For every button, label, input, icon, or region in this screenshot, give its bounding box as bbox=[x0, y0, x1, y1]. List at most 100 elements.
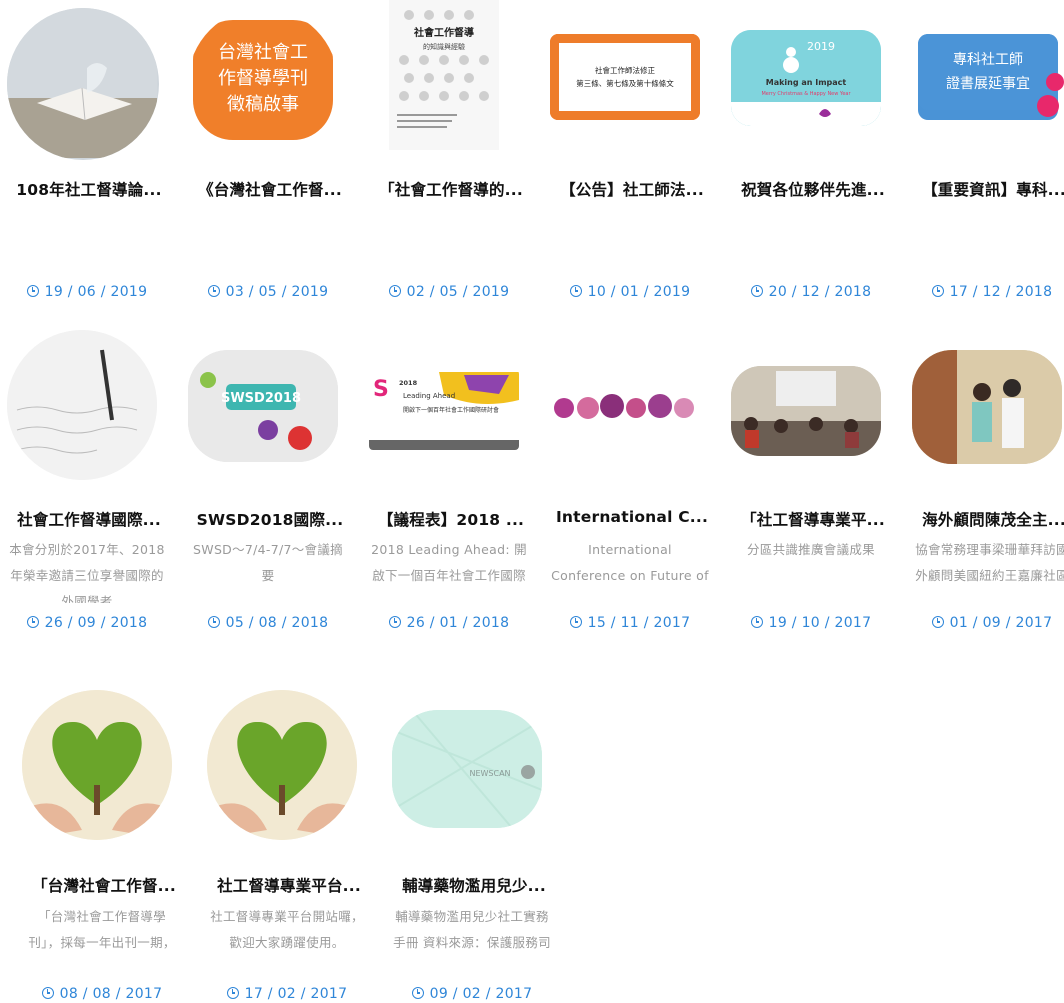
clock-icon bbox=[931, 285, 944, 297]
post-title[interactable]: SWSD2018國際... bbox=[184, 508, 356, 530]
clock-icon bbox=[388, 616, 401, 628]
post-thumbnail[interactable]: 台灣社會工 作督導學刊 徵稿啟事 bbox=[188, 8, 338, 158]
post-date[interactable]: 10 / 01 / 2019 bbox=[550, 284, 710, 300]
post-excerpt: 本會分別於2017年、2018年榮幸邀請三位享譽國際的外國學者 bbox=[9, 542, 165, 603]
svg-text:Merry Christmas & Happy New Ye: Merry Christmas & Happy New Year bbox=[761, 91, 851, 97]
svg-text:證書展延事宜: 證書展延事宜 bbox=[946, 75, 1030, 92]
clock-icon bbox=[569, 285, 582, 297]
newscan-image: NEWSCAN bbox=[392, 710, 542, 828]
svg-text:的知識與經驗: 的知識與經驗 bbox=[423, 42, 465, 51]
svg-text:台灣社會工: 台灣社會工 bbox=[218, 42, 308, 63]
svg-text:徵稿啟事: 徵稿啟事 bbox=[227, 94, 299, 115]
clock-icon bbox=[226, 987, 239, 999]
post-excerpt: International Conference on Future of Wo… bbox=[551, 542, 709, 583]
clock-icon bbox=[411, 987, 424, 999]
post-thumbnail[interactable]: 社會工作師法修正 第三條、第七條及第十條條文 bbox=[550, 34, 700, 120]
heart-tree-image bbox=[22, 690, 172, 840]
clock-icon bbox=[26, 616, 39, 628]
svg-text:NEWSCAN: NEWSCAN bbox=[469, 769, 510, 778]
post-date[interactable]: 26 / 09 / 2018 bbox=[7, 615, 167, 631]
clock-icon bbox=[931, 616, 944, 628]
post-date[interactable]: 26 / 01 / 2018 bbox=[369, 615, 529, 631]
post-title[interactable]: 「社會工作督導的... bbox=[365, 178, 537, 200]
svg-text:S: S bbox=[373, 377, 389, 402]
svg-text:社會工作師法修正: 社會工作師法修正 bbox=[595, 65, 655, 75]
call-for-papers-image: 台灣社會工 作督導學刊 徵稿啟事 bbox=[188, 8, 338, 158]
post-thumbnail[interactable]: NEWSCAN bbox=[392, 710, 542, 828]
post-date[interactable]: 01 / 09 / 2017 bbox=[912, 615, 1064, 631]
new-year-card-image: 2019 Making an Impact Merry Christmas & … bbox=[731, 30, 881, 126]
post-title[interactable]: 社會工作督導國際... bbox=[3, 508, 175, 530]
svg-text:第三條、第七條及第十條條文: 第三條、第七條及第十條條文 bbox=[576, 78, 674, 88]
post-title[interactable]: 108年社工督導論... bbox=[3, 178, 175, 200]
post-date[interactable]: 19 / 10 / 2017 bbox=[731, 615, 891, 631]
post-thumbnail[interactable]: S 2018 Leading Ahead 開啟下一個百年社會工作國際研討會 bbox=[369, 370, 519, 450]
post-title[interactable]: International C... bbox=[546, 508, 718, 526]
post-thumbnail[interactable] bbox=[912, 350, 1062, 464]
post-title[interactable]: 海外顧問陳茂全主... bbox=[908, 508, 1064, 530]
clock-icon bbox=[26, 285, 39, 297]
post-date[interactable]: 03 / 05 / 2019 bbox=[188, 284, 348, 300]
post-title[interactable]: 【議程表】2018 ... bbox=[365, 508, 537, 530]
post-date[interactable]: 05 / 08 / 2018 bbox=[188, 615, 348, 631]
book-photo-image bbox=[7, 8, 157, 158]
certificate-notice-image: 專科社工師 證書展延事宜 bbox=[918, 34, 1064, 117]
book-cover-image: 社會工作督導 的知識與經驗 bbox=[389, 0, 499, 150]
svg-text:SWSD2018: SWSD2018 bbox=[221, 391, 301, 406]
post-excerpt: 2018 Leading Ahead: 開啟下一個百年社會工作國際研討會 bbox=[371, 542, 527, 583]
post-excerpt: 「台灣社會工作督導學刊」，採每一年出刊一期，凡有關社會工作督導 bbox=[28, 909, 176, 950]
post-excerpt: SWSD～7/4-7/7～會議摘要 bbox=[193, 542, 343, 583]
post-date[interactable]: 20 / 12 / 2018 bbox=[731, 284, 891, 300]
clock-icon bbox=[207, 616, 220, 628]
women-conference-logo-image bbox=[550, 386, 700, 430]
svg-text:2019: 2019 bbox=[807, 40, 835, 53]
svg-text:Making an Impact: Making an Impact bbox=[766, 78, 847, 87]
post-thumbnail[interactable]: SWSD2018 bbox=[188, 350, 338, 462]
law-notice-image: 社會工作師法修正 第三條、第七條及第十條條文 bbox=[550, 34, 700, 120]
post-thumbnail[interactable] bbox=[731, 366, 881, 456]
post-date[interactable]: 02 / 05 / 2019 bbox=[369, 284, 529, 300]
leading-ahead-banner-image: S 2018 Leading Ahead 開啟下一個百年社會工作國際研討會 bbox=[369, 370, 519, 450]
post-title[interactable]: 社工督導專業平台... bbox=[203, 874, 375, 896]
post-thumbnail[interactable] bbox=[207, 690, 357, 840]
post-excerpt: 社工督導專業平台開站囉，歡迎大家踴躍使用。 bbox=[210, 909, 364, 950]
post-date[interactable]: 08 / 08 / 2017 bbox=[22, 986, 182, 1002]
post-title[interactable]: 祝賀各位夥伴先進... bbox=[727, 178, 899, 200]
svg-text:2018: 2018 bbox=[399, 379, 418, 387]
clock-icon bbox=[388, 285, 401, 297]
post-thumbnail[interactable] bbox=[7, 8, 159, 160]
svg-text:作督導學刊: 作督導學刊 bbox=[218, 68, 308, 89]
post-excerpt: 輔導藥物濫用兒少社工實務手冊 資料來源：保護服務司 bbox=[393, 909, 551, 950]
post-thumbnail[interactable]: 社會工作督導 的知識與經驗 bbox=[389, 0, 499, 150]
post-thumbnail[interactable]: 2019 Making an Impact Merry Christmas & … bbox=[731, 30, 881, 126]
post-thumbnail[interactable] bbox=[7, 330, 157, 480]
post-title[interactable]: 【重要資訊】專科... bbox=[908, 178, 1064, 200]
post-date[interactable]: 17 / 12 / 2018 bbox=[912, 284, 1064, 300]
visit-photo-image bbox=[912, 350, 1062, 464]
post-thumbnail[interactable]: 專科社工師 證書展延事宜 bbox=[918, 34, 1064, 120]
meeting-photo-image bbox=[731, 366, 881, 456]
post-excerpt: 分區共識推廣會議成果 bbox=[746, 542, 875, 557]
post-date[interactable]: 19 / 06 / 2019 bbox=[7, 284, 167, 300]
post-excerpt: 協會常務理事梁珊華拜訪國外顧問美國紐約王嘉廉社區醫療中心精神衛生 bbox=[915, 542, 1064, 583]
clock-icon bbox=[41, 987, 54, 999]
post-date[interactable]: 15 / 11 / 2017 bbox=[550, 615, 710, 631]
post-thumbnail[interactable] bbox=[22, 690, 172, 840]
handwriting-photo-image bbox=[7, 330, 157, 480]
heart-tree-image bbox=[207, 690, 357, 840]
swsd-sketch-image: SWSD2018 bbox=[188, 350, 338, 462]
clock-icon bbox=[207, 285, 220, 297]
post-thumbnail[interactable] bbox=[550, 386, 700, 430]
svg-text:Leading Ahead: Leading Ahead bbox=[403, 392, 455, 400]
post-title[interactable]: 《台灣社會工作督... bbox=[184, 178, 356, 200]
clock-icon bbox=[750, 616, 763, 628]
post-title[interactable]: 「台灣社會工作督... bbox=[18, 874, 190, 896]
post-title[interactable]: 【公告】社工師法... bbox=[546, 178, 718, 200]
post-title[interactable]: 「社工督導專業平... bbox=[727, 508, 899, 530]
svg-text:專科社工師: 專科社工師 bbox=[953, 52, 1023, 68]
post-title[interactable]: 輔導藥物濫用兒少... bbox=[388, 874, 560, 896]
svg-text:社會工作督導: 社會工作督導 bbox=[413, 26, 474, 39]
post-date[interactable]: 17 / 02 / 2017 bbox=[207, 986, 367, 1002]
clock-icon bbox=[750, 285, 763, 297]
post-date[interactable]: 09 / 02 / 2017 bbox=[392, 986, 552, 1002]
